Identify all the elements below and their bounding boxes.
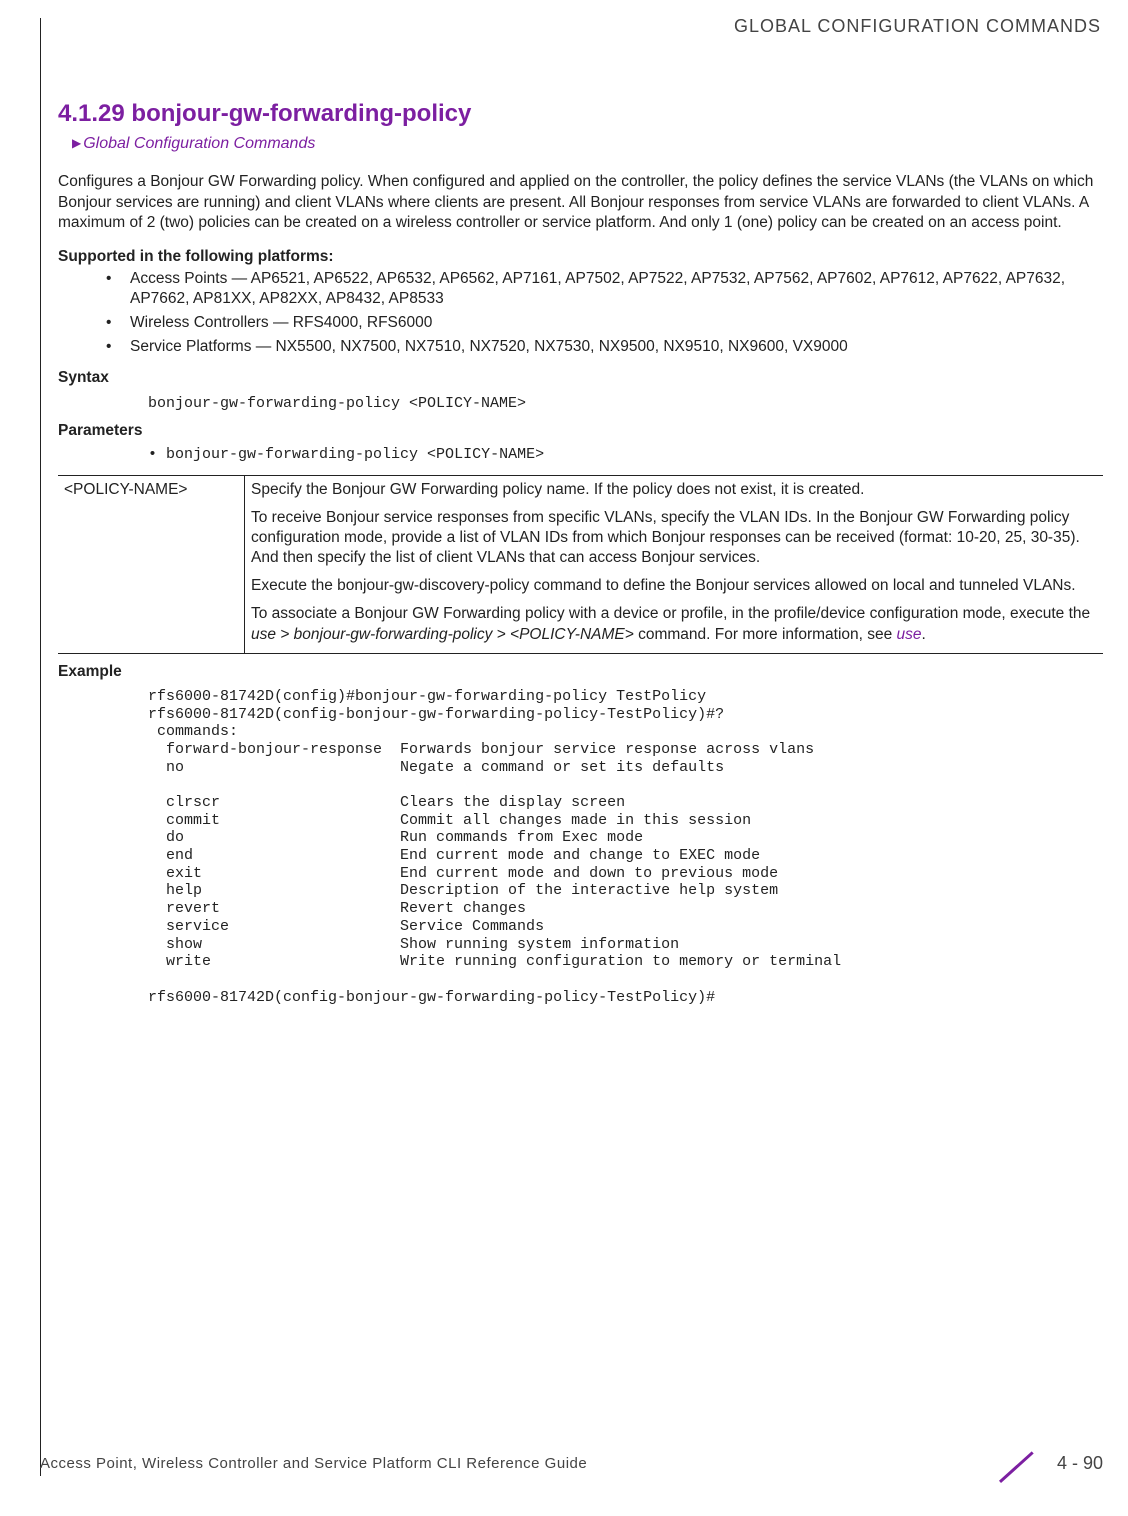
param-desc-p3: Execute the bonjour-gw-discovery-policy …	[251, 576, 1095, 596]
p4-cmd: use > bonjour-gw-forwarding-policy > <PO…	[251, 626, 634, 643]
footer-slash-icon	[999, 1446, 1047, 1482]
section-number: 4.1.29	[58, 100, 125, 127]
param-desc-p1: Specify the Bonjour GW Forwarding policy…	[251, 480, 1095, 500]
param-desc-p4: To associate a Bonjour GW Forwarding pol…	[251, 604, 1095, 644]
page-number: 4 - 90	[1057, 1452, 1103, 1475]
platform-item: Access Points — AP6521, AP6522, AP6532, …	[106, 269, 1103, 309]
parameters-bullet: • bonjour-gw-forwarding-policy <POLICY-N…	[148, 445, 1103, 465]
parameters-bullet-text: bonjour-gw-forwarding-policy <POLICY-NAM…	[166, 446, 544, 463]
page-body: GLOBAL CONFIGURATION COMMANDS 4.1.29 bon…	[40, 18, 1103, 1476]
section-name: bonjour-gw-forwarding-policy	[131, 100, 471, 127]
syntax-heading: Syntax	[58, 368, 1103, 388]
parameters-heading: Parameters	[58, 421, 1103, 441]
supported-heading: Supported in the following platforms:	[58, 247, 1103, 267]
p4-post: .	[922, 626, 926, 643]
breadcrumb-text: Global Configuration Commands	[83, 135, 315, 152]
running-header: GLOBAL CONFIGURATION COMMANDS	[58, 15, 1103, 38]
example-block: rfs6000-81742D(config)#bonjour-gw-forwar…	[148, 688, 1103, 1006]
p4-mid: command. For more information, see	[634, 626, 897, 643]
syntax-line: bonjour-gw-forwarding-policy <POLICY-NAM…	[148, 394, 1103, 414]
platforms-list: Access Points — AP6521, AP6522, AP6532, …	[58, 269, 1103, 358]
page-footer: Access Point, Wireless Controller and Se…	[40, 1446, 1103, 1482]
platform-item: Wireless Controllers — RFS4000, RFS6000	[106, 313, 1103, 333]
p4-pre: To associate a Bonjour GW Forwarding pol…	[251, 605, 1090, 622]
breadcrumb-arrow-icon: ▶	[72, 136, 81, 150]
section-title: 4.1.29 bonjour-gw-forwarding-policy	[58, 98, 1103, 129]
param-desc-p2: To receive Bonjour service responses fro…	[251, 508, 1095, 568]
table-row: <POLICY-NAME> Specify the Bonjour GW For…	[58, 475, 1103, 653]
platform-item: Service Platforms — NX5500, NX7500, NX75…	[106, 337, 1103, 357]
use-link[interactable]: use	[897, 626, 922, 643]
param-desc-cell: Specify the Bonjour GW Forwarding policy…	[245, 475, 1104, 653]
param-name-cell: <POLICY-NAME>	[58, 475, 245, 653]
parameters-table: <POLICY-NAME> Specify the Bonjour GW For…	[58, 475, 1103, 654]
breadcrumb[interactable]: ▶Global Configuration Commands	[58, 134, 1103, 155]
example-heading: Example	[58, 662, 1103, 682]
footer-doc-title: Access Point, Wireless Controller and Se…	[40, 1454, 587, 1474]
intro-paragraph: Configures a Bonjour GW Forwarding polic…	[58, 172, 1103, 232]
